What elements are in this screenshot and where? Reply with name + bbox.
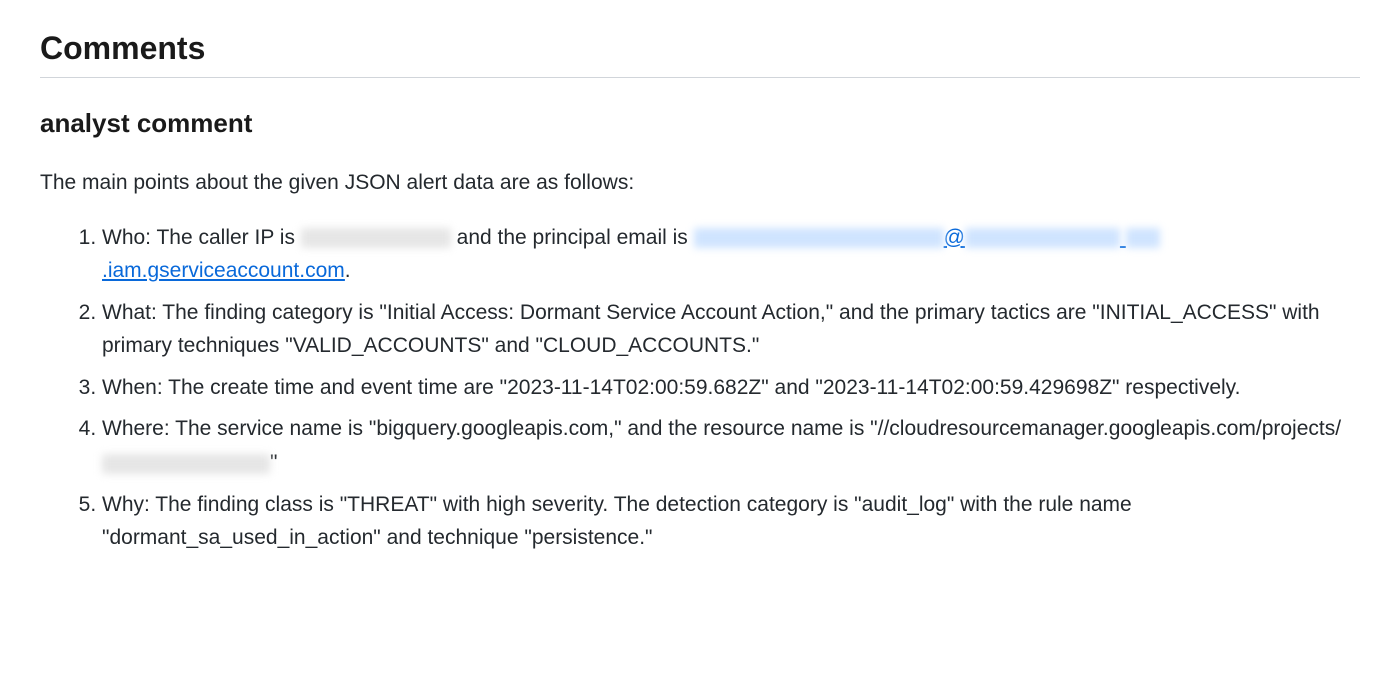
- analyst-comment-heading: analyst comment: [40, 108, 1360, 139]
- list-item-who: Who: The caller IP is and the principal …: [102, 221, 1360, 288]
- list-item-why: Why: The finding class is "THREAT" with …: [102, 488, 1360, 555]
- list-item-when: When: The create time and event time are…: [102, 371, 1360, 405]
- list-item-what: What: The finding category is "Initial A…: [102, 296, 1360, 363]
- who-suffix: .: [345, 259, 351, 282]
- list-item-where: Where: The service name is "bigquery.goo…: [102, 412, 1360, 479]
- redacted-email-local-icon: [694, 228, 944, 248]
- at-symbol: @: [944, 226, 965, 249]
- where-suffix: ": [270, 451, 277, 474]
- email-visible-tail: .iam.gserviceaccount.com: [102, 259, 345, 282]
- redacted-project-icon: [102, 454, 270, 474]
- intro-paragraph: The main points about the given JSON ale…: [40, 167, 1360, 199]
- points-list: Who: The caller IP is and the principal …: [40, 221, 1360, 555]
- redacted-email-domain-left-icon: [965, 228, 1120, 248]
- divider: [40, 77, 1360, 78]
- who-mid: and the principal email is: [451, 226, 694, 249]
- redacted-ip-icon: [301, 228, 451, 248]
- where-prefix: Where: The service name is "bigquery.goo…: [102, 417, 1341, 440]
- redacted-email-domain-right-icon: [1126, 228, 1160, 248]
- comments-heading: Comments: [40, 30, 1360, 67]
- who-prefix: Who: The caller IP is: [102, 226, 301, 249]
